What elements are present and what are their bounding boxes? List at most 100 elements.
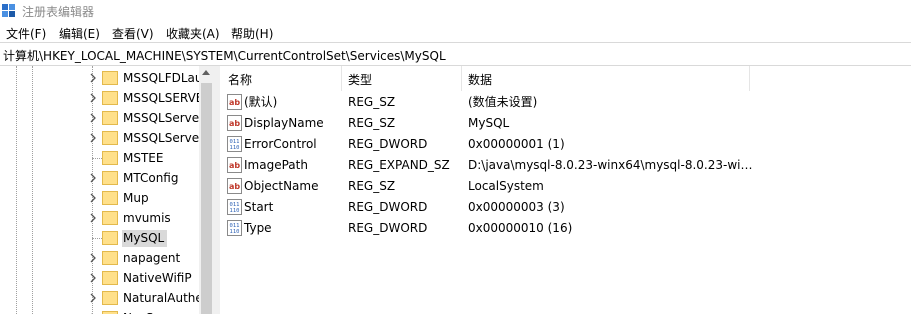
svg-text:ab: ab [229, 182, 240, 191]
chevron-right-icon[interactable] [88, 92, 98, 104]
folder-icon [102, 131, 118, 145]
value-type: REG_DWORD [348, 221, 428, 235]
svg-text:110: 110 [230, 229, 240, 235]
value-name: ImagePath [244, 158, 308, 172]
chevron-right-icon[interactable] [88, 272, 98, 284]
menu-help[interactable]: 帮助(H) [231, 25, 273, 42]
value-row[interactable]: 011 110 ErrorControl REG_DWORD 0x00000001 (1… [220, 134, 911, 155]
tree-connector [92, 238, 102, 239]
tree-item[interactable]: NcaSvc [86, 308, 201, 314]
value-row[interactable]: ab ImagePath REG_EXPAND_SZ D:\java\mysql-8.… [220, 155, 911, 176]
key-tree[interactable]: MSSQLFDLauncher MSSQLSERVER MSSQLServerADH… [0, 66, 213, 314]
value-data: 0x00000010 (16) [468, 221, 573, 235]
column-header-data[interactable]: 数据 [468, 71, 492, 88]
value-row[interactable]: ab ObjectName REG_SZ LocalSystem [220, 176, 911, 197]
value-name: (默认) [244, 95, 278, 109]
value-row[interactable]: ab (默认) REG_SZ (数值未设置) [220, 92, 911, 113]
tree-item[interactable]: MTConfig [86, 168, 201, 188]
tree-item[interactable]: Mup [86, 188, 201, 208]
chevron-right-icon[interactable] [88, 292, 98, 304]
folder-icon [102, 271, 118, 285]
string-value-icon: ab [227, 94, 242, 110]
tree-item-label: NaturalAuthentication [123, 291, 201, 305]
tree-item[interactable]: MSSQLServerOLAPService [86, 128, 201, 148]
regedit-icon [2, 4, 15, 17]
column-divider[interactable] [749, 66, 750, 91]
tree-item[interactable]: MSSQLFDLauncher [86, 68, 201, 88]
folder-icon [102, 211, 118, 225]
value-data: LocalSystem [468, 179, 544, 193]
tree-item-label: MSSQLFDLauncher [123, 71, 201, 85]
tree-scrollbar[interactable] [199, 66, 214, 314]
value-data: (数值未设置) [468, 95, 538, 109]
values-list[interactable]: 名称 类型 数据 ab (默认) REG_SZ (数值未设置) ab DisplayNam… [220, 66, 911, 314]
menu-edit[interactable]: 编辑(E) [59, 25, 100, 42]
tree-item[interactable]: NativeWifiP [86, 268, 201, 288]
tree-item-label: MTConfig [123, 171, 179, 185]
svg-text:ab: ab [229, 98, 240, 107]
tree-item-label: NativeWifiP [123, 271, 192, 285]
menu-file[interactable]: 文件(F) [6, 25, 46, 42]
string-value-icon: ab [227, 115, 242, 131]
menu-bar: 文件(F) 编辑(E) 查看(V) 收藏夹(A) 帮助(H) [0, 22, 911, 42]
value-type: REG_EXPAND_SZ [348, 158, 450, 172]
chevron-right-icon[interactable] [88, 132, 98, 144]
tree-item-label: MSSQLServerADHelper [123, 111, 201, 125]
svg-text:110: 110 [230, 145, 240, 151]
tree-item-label: MSTEE [123, 151, 164, 165]
column-header-name[interactable]: 名称 [228, 71, 252, 88]
value-name: DisplayName [244, 116, 324, 130]
chevron-right-icon[interactable] [88, 252, 98, 264]
tree-item[interactable]: NaturalAuthentication [86, 288, 201, 308]
folder-icon [102, 231, 118, 245]
value-type: REG_SZ [348, 95, 396, 109]
tree-item-label: MySQL [122, 230, 168, 247]
value-row[interactable]: 011 110 Type REG_DWORD 0x00000010 (16) [220, 218, 911, 239]
scroll-up-arrow-icon[interactable] [202, 70, 210, 75]
column-header-type[interactable]: 类型 [348, 71, 372, 88]
chevron-right-icon[interactable] [88, 72, 98, 84]
string-value-icon: ab [227, 178, 242, 194]
value-data: MySQL [468, 116, 510, 130]
tree-item-label: MSSQLServerOLAPService [123, 131, 201, 145]
window-title: 注册表编辑器 [22, 5, 95, 19]
menu-view[interactable]: 查看(V) [112, 25, 154, 42]
scroll-thumb[interactable] [201, 83, 212, 314]
value-data: D:\java\mysql-8.0.23-winx64\mysql-8.0.23… [468, 158, 758, 172]
value-row[interactable]: 011 110 Start REG_DWORD 0x00000003 (3) [220, 197, 911, 218]
folder-icon [102, 291, 118, 305]
chevron-right-icon[interactable] [88, 172, 98, 184]
list-header: 名称 类型 数据 [220, 66, 911, 91]
chevron-right-icon[interactable] [88, 212, 98, 224]
value-row[interactable]: ab DisplayName REG_SZ MySQL [220, 113, 911, 134]
folder-icon [102, 191, 118, 205]
value-name: Type [244, 221, 272, 235]
tree-item[interactable]: mvumis [86, 208, 201, 228]
tree-item-label: MSSQLSERVER [123, 91, 201, 105]
svg-text:110: 110 [230, 208, 240, 214]
value-name: ErrorControl [244, 137, 317, 151]
value-type: REG_SZ [348, 179, 396, 193]
column-divider[interactable] [341, 66, 342, 91]
column-divider[interactable] [461, 66, 462, 91]
svg-text:ab: ab [229, 161, 240, 170]
chevron-right-icon[interactable] [88, 192, 98, 204]
tree-item[interactable]: napagent [86, 248, 201, 268]
tree-item[interactable]: MySQL [86, 228, 201, 248]
tree-item-label: mvumis [123, 211, 171, 225]
tree-item[interactable]: MSTEE [86, 148, 201, 168]
tree-item[interactable]: MSSQLSERVER [86, 88, 201, 108]
value-type: REG_DWORD [348, 137, 428, 151]
menu-favorites[interactable]: 收藏夹(A) [166, 25, 220, 42]
address-path[interactable]: 计算机\HKEY_LOCAL_MACHINE\SYSTEM\CurrentCon… [3, 47, 446, 64]
chevron-right-icon[interactable] [88, 112, 98, 124]
folder-icon [102, 311, 118, 314]
folder-icon [102, 111, 118, 125]
value-type: REG_DWORD [348, 200, 428, 214]
tree-item[interactable]: MSSQLServerADHelper [86, 108, 201, 128]
tree-guide-line [16, 66, 17, 314]
folder-icon [102, 251, 118, 265]
value-type: REG_SZ [348, 116, 396, 130]
tree-item-label: Mup [123, 191, 149, 205]
address-bar[interactable]: 计算机\HKEY_LOCAL_MACHINE\SYSTEM\CurrentCon… [0, 42, 911, 66]
